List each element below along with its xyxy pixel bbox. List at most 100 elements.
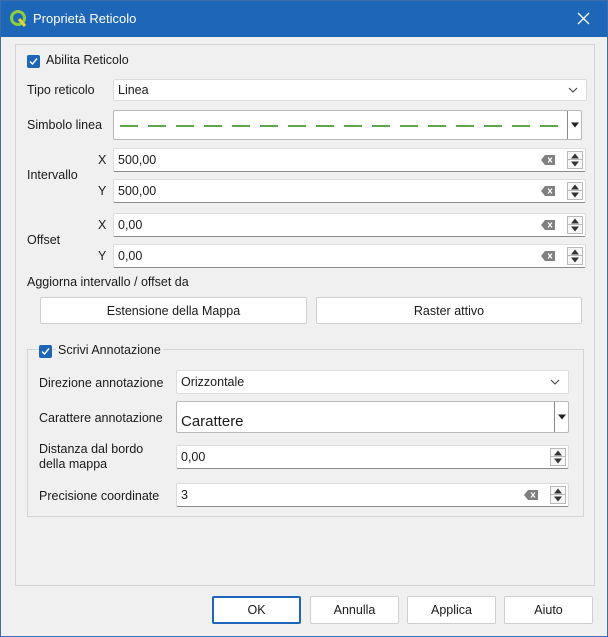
decrement-button[interactable] — [551, 457, 565, 465]
grid-type-select[interactable]: Linea — [113, 79, 587, 101]
clear-icon[interactable] — [541, 155, 555, 165]
decrement-button[interactable] — [551, 495, 565, 503]
clear-icon[interactable] — [541, 251, 555, 261]
grid-type-value: Linea — [118, 83, 149, 97]
caret-down-icon — [571, 122, 579, 128]
cancel-button[interactable]: Annulla — [310, 596, 399, 624]
enable-grid-checkbox[interactable] — [27, 55, 40, 68]
caret-down-icon — [558, 414, 566, 420]
annotation-font-value: Carattere — [181, 413, 244, 430]
check-icon — [29, 58, 38, 66]
offset-y-value: 0,00 — [118, 249, 143, 263]
interval-y-spinner[interactable] — [567, 182, 583, 200]
close-icon — [577, 12, 590, 25]
arrow-down-icon — [571, 257, 579, 263]
annotation-distance-spinner[interactable] — [550, 448, 566, 466]
increment-button[interactable] — [568, 248, 582, 256]
arrow-up-icon — [554, 450, 562, 455]
ok-button-label: OK — [247, 603, 266, 617]
interval-x-spinner[interactable] — [567, 151, 583, 169]
line-symbol-button[interactable] — [113, 110, 582, 140]
interval-x-value: 500,00 — [118, 153, 157, 167]
arrow-up-icon — [554, 488, 562, 493]
annotation-direction-value: Orizzontale — [181, 375, 245, 389]
help-button[interactable]: Aiuto — [504, 596, 593, 624]
arrow-down-icon — [571, 161, 579, 167]
clear-icon[interactable] — [541, 220, 555, 230]
offset-y-spinner[interactable] — [567, 247, 583, 265]
interval-x-label: X — [98, 153, 107, 167]
annotation-distance-input[interactable]: 0,00 — [176, 445, 569, 469]
coordinate-precision-input[interactable]: 3 — [176, 483, 569, 507]
chevron-down-icon — [550, 379, 560, 385]
arrow-down-icon — [554, 458, 562, 464]
decrement-button[interactable] — [568, 225, 582, 233]
map-extent-button[interactable]: Estensione della Mappa — [40, 297, 307, 324]
increment-button[interactable] — [568, 183, 582, 191]
annotation-group: Scrivi Annotazione Direzione annotazione… — [27, 343, 584, 517]
arrow-down-icon — [554, 496, 562, 502]
qgis-logo-icon — [10, 10, 27, 27]
write-annotation-checkbox[interactable] — [39, 345, 52, 358]
update-from-label: Aggiorna intervallo / offset da — [27, 275, 189, 289]
arrow-up-icon — [571, 184, 579, 189]
active-raster-button[interactable]: Raster attivo — [316, 297, 582, 324]
help-button-label: Aiuto — [534, 603, 563, 617]
increment-button[interactable] — [568, 217, 582, 225]
apply-button-label: Applica — [431, 603, 472, 617]
interval-y-input[interactable]: 500,00 — [113, 179, 586, 203]
arrow-down-icon — [571, 226, 579, 232]
offset-x-input[interactable]: 0,00 — [113, 213, 586, 237]
map-extent-button-label: Estensione della Mappa — [106, 303, 241, 318]
increment-button[interactable] — [551, 487, 565, 495]
annotation-font-button[interactable]: Carattere — [176, 401, 569, 433]
interval-y-value: 500,00 — [118, 184, 157, 198]
annotation-font-label: Carattere annotazione — [39, 411, 163, 425]
offset-y-input[interactable]: 0,00 — [113, 244, 586, 268]
annotation-direction-select[interactable]: Orizzontale — [176, 370, 569, 394]
cancel-button-label: Annulla — [333, 603, 376, 617]
active-raster-button-label: Raster attivo — [413, 303, 485, 318]
offset-x-label: X — [98, 218, 107, 232]
line-symbol-dropdown[interactable] — [567, 111, 581, 139]
decrement-button[interactable] — [568, 160, 582, 168]
clear-icon[interactable] — [541, 186, 555, 196]
line-symbol-label: Simbolo linea — [27, 118, 103, 132]
increment-button[interactable] — [568, 152, 582, 160]
coordinate-precision-label: Precisione coordinate — [39, 489, 160, 503]
decrement-button[interactable] — [568, 256, 582, 264]
grid-settings-panel: Abilita Reticolo Tipo reticolo Linea Sim… — [15, 44, 595, 586]
annotation-distance-value: 0,00 — [181, 450, 206, 464]
ok-button[interactable]: OK — [212, 596, 301, 624]
increment-button[interactable] — [551, 449, 565, 457]
annotation-distance-label: Distanza dal bordo della mappa — [39, 442, 144, 471]
check-icon — [41, 348, 50, 356]
annotation-direction-label: Direzione annotazione — [39, 376, 164, 390]
arrow-up-icon — [571, 249, 579, 254]
dashed-line-preview — [120, 125, 565, 127]
interval-y-label: Y — [98, 184, 107, 198]
enable-grid-label: Abilita Reticolo — [46, 53, 129, 67]
grid-type-label: Tipo reticolo — [27, 83, 95, 97]
grid-properties-dialog: Proprietà Reticolo Abilita Reticolo Tipo… — [0, 0, 608, 637]
offset-x-spinner[interactable] — [567, 216, 583, 234]
interval-x-input[interactable]: 500,00 — [113, 148, 586, 172]
clear-icon[interactable] — [524, 490, 538, 500]
interval-label: Intervallo — [27, 168, 78, 182]
arrow-down-icon — [571, 192, 579, 198]
arrow-up-icon — [571, 218, 579, 223]
chevron-down-icon — [568, 87, 578, 93]
apply-button[interactable]: Applica — [407, 596, 496, 624]
window-title: Proprietà Reticolo — [33, 11, 137, 26]
coordinate-precision-value: 3 — [181, 488, 188, 502]
title-bar: Proprietà Reticolo — [1, 1, 607, 37]
write-annotation-label: Scrivi Annotazione — [56, 343, 163, 357]
close-button[interactable] — [561, 1, 607, 37]
arrow-up-icon — [571, 153, 579, 158]
offset-y-label: Y — [98, 249, 107, 263]
coordinate-precision-spinner[interactable] — [550, 486, 566, 504]
annotation-font-dropdown[interactable] — [554, 402, 568, 432]
decrement-button[interactable] — [568, 191, 582, 199]
offset-label: Offset — [27, 233, 61, 247]
offset-x-value: 0,00 — [118, 218, 143, 232]
